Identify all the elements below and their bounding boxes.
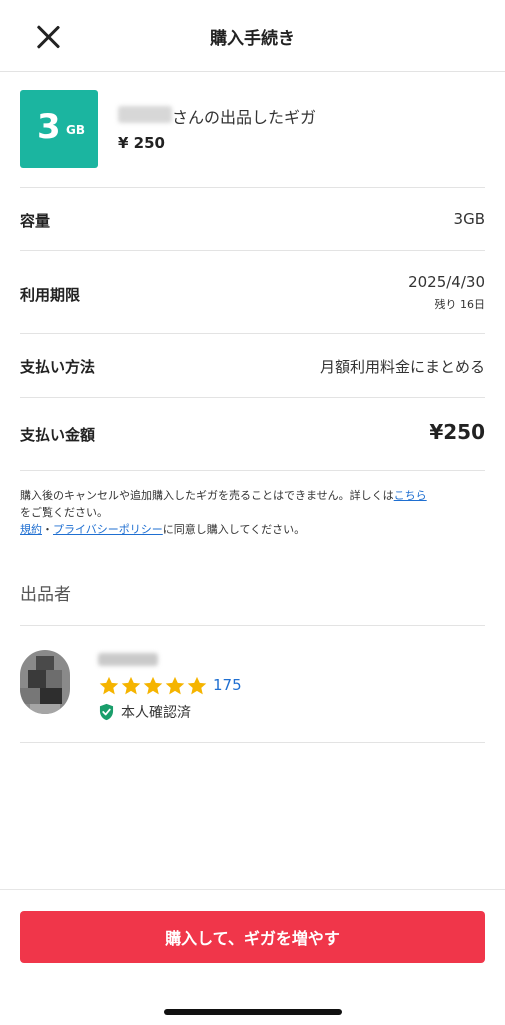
- giga-tile: 3 GB: [20, 90, 98, 168]
- product-price: ¥ 250: [118, 134, 165, 152]
- star-icon: [187, 676, 207, 695]
- header-bar: 購入手続き: [0, 0, 505, 72]
- star-icon: [99, 676, 119, 695]
- tile-number: 3: [37, 107, 61, 147]
- avatar: [20, 650, 70, 714]
- rating-count[interactable]: 175: [213, 676, 242, 694]
- capacity-label: 容量: [20, 212, 51, 230]
- expiry-row: 利用期限 2025/4/30 残り 16日: [20, 250, 485, 334]
- amount-value: ¥250: [429, 420, 485, 444]
- amount-label: 支払い金額: [20, 426, 96, 444]
- notice-text-2: をご覧ください。: [20, 506, 108, 519]
- seller-section-title: 出品者: [20, 585, 71, 605]
- expiry-value: 2025/4/30: [408, 273, 485, 291]
- notice-text-3: に同意し購入してください。: [162, 523, 306, 536]
- purchase-notice: 購入後のキャンセルや追加購入したギガを売ることはできません。詳しくはこちら をご…: [20, 487, 490, 538]
- terms-link[interactable]: 規約: [20, 523, 42, 536]
- amount-row: 支払い金額 ¥250: [20, 397, 485, 471]
- expiry-remaining: 残り 16日: [434, 298, 486, 311]
- product-summary: 3 GB さんの出品したギガ ¥ 250: [20, 90, 485, 168]
- bottom-action-bar: 購入して、ギガを増やす: [0, 889, 505, 1025]
- page-title: 購入手続き: [210, 29, 295, 49]
- star-icon: [165, 676, 185, 695]
- payment-row: 支払い方法 月額利用料金にまとめる: [20, 333, 485, 398]
- privacy-policy-link[interactable]: プライバシーポリシー: [53, 523, 163, 536]
- notice-text-1: 購入後のキャンセルや追加購入したギガを売ることはできません。詳しくは: [20, 489, 394, 502]
- payment-value: 月額利用料金にまとめる: [319, 358, 485, 376]
- verified-label: 本人確認済: [121, 705, 191, 721]
- home-indicator[interactable]: [164, 1009, 342, 1015]
- expiry-label: 利用期限: [20, 286, 81, 304]
- capacity-row: 容量 3GB: [20, 187, 485, 251]
- product-title: さんの出品したギガ: [172, 108, 317, 127]
- seller-name-redacted: [118, 106, 172, 123]
- payment-label: 支払い方法: [20, 358, 96, 376]
- details-link[interactable]: こちら: [394, 489, 427, 502]
- tile-unit: GB: [66, 123, 85, 137]
- buy-button[interactable]: 購入して、ギガを増やす: [20, 911, 485, 963]
- seller-card[interactable]: 175 本人確認済: [20, 625, 485, 743]
- star-icon: [143, 676, 163, 695]
- notice-separator: ・: [42, 523, 53, 536]
- verified-shield-icon: [99, 703, 114, 721]
- seller-name-redacted: [98, 653, 158, 666]
- star-icon: [121, 676, 141, 695]
- capacity-value: 3GB: [453, 210, 485, 228]
